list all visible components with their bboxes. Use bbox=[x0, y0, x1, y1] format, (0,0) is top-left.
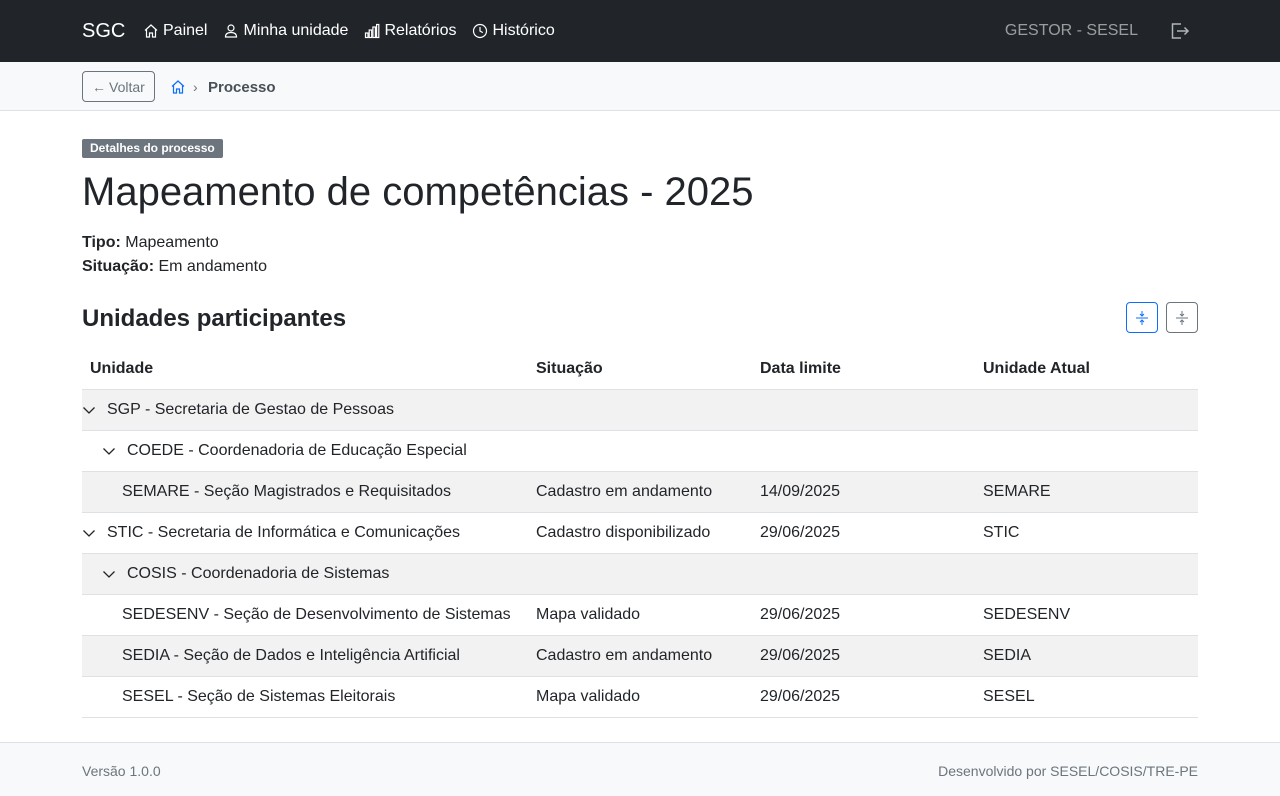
cell-data-limite: 29/06/2025 bbox=[760, 606, 841, 623]
cell-unidade-atual: SEDIA bbox=[983, 647, 1032, 664]
units-table: Unidade Situação Data limite Unidade Atu… bbox=[82, 349, 1198, 718]
house-icon bbox=[144, 24, 158, 38]
unit-name: SEDESENV - Seção de Desenvolvimento de S… bbox=[122, 606, 511, 623]
cell-data-limite: 29/06/2025 bbox=[760, 688, 841, 705]
process-type: Tipo: Mapeamento bbox=[82, 233, 219, 253]
collapse-icon bbox=[1176, 310, 1188, 325]
expand-all-button[interactable] bbox=[1126, 302, 1158, 333]
table-row[interactable]: SEDIA - Seção de Dados e Inteligência Ar… bbox=[82, 636, 1198, 677]
logout-button[interactable] bbox=[1168, 21, 1192, 41]
chevron-down-icon[interactable] bbox=[102, 567, 116, 581]
nav-link-label: Histórico bbox=[492, 22, 555, 39]
cell-unidade: SEDIA - Seção de Dados e Inteligência Ar… bbox=[82, 646, 528, 666]
breadcrumb: ← Voltar › Processo bbox=[0, 62, 1280, 111]
cell-unidade-atual: SEDESENV bbox=[983, 606, 1071, 623]
unit-name: SGP - Secretaria de Gestao de Pessoas bbox=[107, 401, 394, 418]
cell-unidade: SEDESENV - Seção de Desenvolvimento de S… bbox=[82, 605, 528, 625]
logout-icon bbox=[1171, 23, 1190, 39]
cell-unidade: STIC - Secretaria de Informática e Comun… bbox=[82, 523, 528, 543]
table-row[interactable]: SESEL - Seção de Sistemas Eleitorais Mapa… bbox=[82, 677, 1198, 718]
breadcrumb-current: Processo bbox=[208, 79, 276, 96]
nav-link-label: Relatórios bbox=[384, 22, 457, 39]
column-header-unidade[interactable]: Unidade bbox=[82, 359, 528, 379]
nav-link-painel[interactable]: Painel bbox=[143, 19, 207, 43]
cell-data-limite: 29/06/2025 bbox=[760, 524, 841, 541]
bar-chart-icon bbox=[365, 23, 380, 39]
cell-unidade-atual: SESEL bbox=[983, 688, 1035, 705]
credits-text: Desenvolvido por SESEL/COSIS/TRE-PE bbox=[938, 763, 1198, 779]
column-header-unidade-atual[interactable]: Unidade Atual bbox=[975, 359, 1198, 379]
home-icon[interactable] bbox=[170, 79, 186, 95]
process-status-value: Em andamento bbox=[158, 258, 267, 275]
table-row[interactable]: SGP - Secretaria de Gestao de Pessoas bbox=[82, 390, 1198, 431]
expand-icon bbox=[1136, 310, 1148, 325]
table-row[interactable]: SEDESENV - Seção de Desenvolvimento de S… bbox=[82, 595, 1198, 636]
table-row[interactable]: SEMARE - Seção Magistrados e Requisitado… bbox=[82, 472, 1198, 513]
back-button-label: Voltar bbox=[109, 78, 145, 95]
cell-situacao: Mapa validado bbox=[536, 688, 641, 705]
nav-link-label: Painel bbox=[163, 22, 208, 39]
nav-link-relatorios[interactable]: Relatórios bbox=[364, 19, 456, 43]
footer: Versão 1.0.0 Desenvolvido por SESEL/COSI… bbox=[0, 742, 1280, 796]
version-text: Versão 1.0.0 bbox=[82, 763, 161, 779]
cell-unidade-atual: SEMARE bbox=[983, 483, 1051, 500]
current-user: GESTOR - SESEL bbox=[1004, 22, 1138, 39]
unit-name: COEDE - Coordenadoria de Educação Especi… bbox=[127, 442, 467, 459]
unit-name: STIC - Secretaria de Informática e Comun… bbox=[107, 524, 461, 541]
back-button[interactable]: ← Voltar bbox=[82, 71, 155, 102]
page-title: Mapeamento de competências - 2025 bbox=[82, 170, 754, 214]
cell-unidade: SESEL - Seção de Sistemas Eleitorais bbox=[82, 687, 528, 707]
cell-unidade: SGP - Secretaria de Gestao de Pessoas bbox=[82, 400, 528, 420]
table-body: SGP - Secretaria de Gestao de Pessoas COE… bbox=[82, 390, 1198, 718]
cell-situacao: Cadastro disponibilizado bbox=[536, 524, 711, 541]
chevron-down-icon[interactable] bbox=[102, 444, 116, 458]
brand-logo[interactable]: SGC bbox=[82, 19, 125, 43]
cell-situacao: Cadastro em andamento bbox=[536, 647, 713, 664]
person-icon bbox=[225, 24, 238, 38]
cell-unidade: COEDE - Coordenadoria de Educação Especi… bbox=[82, 441, 528, 461]
cell-situacao: Mapa validado bbox=[536, 606, 641, 623]
unit-name: SESEL - Seção de Sistemas Eleitorais bbox=[122, 688, 396, 705]
process-status: Situação: Em andamento bbox=[82, 257, 267, 277]
status-badge: Detalhes do processo bbox=[82, 139, 223, 158]
chevron-right-icon: › bbox=[193, 79, 198, 95]
top-navbar: SGC Painel Minha unidade Relatórios Hist… bbox=[0, 0, 1280, 62]
cell-unidade-atual: STIC bbox=[983, 524, 1020, 541]
process-type-value: Mapeamento bbox=[125, 234, 219, 251]
cell-unidade: SEMARE - Seção Magistrados e Requisitado… bbox=[82, 482, 528, 502]
process-status-label: Situação: bbox=[82, 258, 155, 275]
column-header-data-limite[interactable]: Data limite bbox=[752, 359, 975, 379]
unit-name: SEDIA - Seção de Dados e Inteligência Ar… bbox=[122, 647, 460, 664]
nav-link-minha-unidade[interactable]: Minha unidade bbox=[223, 19, 348, 43]
cell-situacao: Cadastro em andamento bbox=[536, 483, 713, 500]
table-row[interactable]: STIC - Secretaria de Informática e Comun… bbox=[82, 513, 1198, 554]
table-row[interactable]: COEDE - Coordenadoria de Educação Especi… bbox=[82, 431, 1198, 472]
cell-data-limite: 29/06/2025 bbox=[760, 647, 841, 664]
collapse-all-button[interactable] bbox=[1166, 302, 1198, 333]
clock-icon bbox=[473, 23, 488, 39]
section-title: Unidades participantes bbox=[82, 305, 347, 332]
table-header: Unidade Situação Data limite Unidade Atu… bbox=[82, 349, 1198, 390]
unit-name: SEMARE - Seção Magistrados e Requisitado… bbox=[122, 483, 452, 500]
nav-link-label: Minha unidade bbox=[243, 22, 349, 39]
cell-data-limite: 14/09/2025 bbox=[760, 483, 841, 500]
unit-name: COSIS - Coordenadoria de Sistemas bbox=[127, 565, 390, 582]
nav-link-historico[interactable]: Histórico bbox=[472, 19, 555, 43]
nav-links: Painel Minha unidade Relatórios Históric… bbox=[143, 19, 571, 43]
arrow-left-icon: ← bbox=[92, 78, 106, 95]
chevron-down-icon[interactable] bbox=[82, 403, 96, 417]
chevron-down-icon[interactable] bbox=[82, 526, 96, 540]
column-header-situacao[interactable]: Situação bbox=[528, 359, 752, 379]
process-type-label: Tipo: bbox=[82, 234, 121, 251]
table-row[interactable]: COSIS - Coordenadoria de Sistemas bbox=[82, 554, 1198, 595]
cell-unidade: COSIS - Coordenadoria de Sistemas bbox=[82, 564, 528, 584]
